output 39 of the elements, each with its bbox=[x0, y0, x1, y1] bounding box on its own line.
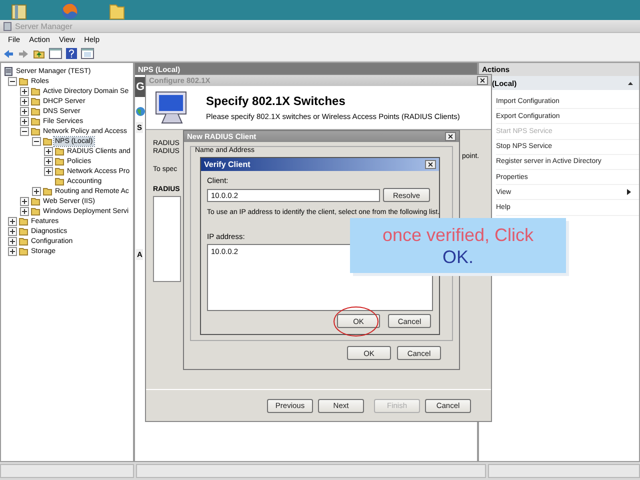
globe-icon bbox=[136, 107, 145, 116]
expand-toggle-icon[interactable] bbox=[20, 116, 29, 126]
wizard-heading: Specify 802.1X Switches bbox=[206, 94, 346, 108]
panel-icon[interactable] bbox=[49, 48, 62, 59]
close-icon[interactable] bbox=[477, 76, 488, 85]
callout-text: OK. bbox=[442, 246, 474, 268]
expand-toggle-icon[interactable] bbox=[8, 216, 17, 226]
dialog-title: Verify Client bbox=[204, 160, 250, 169]
server-icon bbox=[3, 22, 12, 30]
expand-toggle-icon[interactable] bbox=[8, 236, 17, 246]
expand-toggle-icon[interactable] bbox=[20, 196, 29, 206]
server-icon bbox=[4, 66, 13, 76]
close-icon[interactable] bbox=[425, 160, 436, 169]
panel-icon[interactable] bbox=[81, 48, 94, 59]
expand-toggle-icon[interactable] bbox=[20, 106, 29, 116]
expand-toggle-icon[interactable] bbox=[20, 96, 29, 106]
window-title: Server Manager bbox=[15, 22, 72, 30]
back-arrow-icon[interactable] bbox=[3, 48, 14, 58]
highlight-ellipse bbox=[333, 306, 379, 337]
collapse-arrow-icon[interactable] bbox=[628, 82, 633, 84]
expand-toggle-icon[interactable] bbox=[20, 86, 29, 96]
client-list[interactable] bbox=[153, 196, 181, 282]
submenu-arrow-icon bbox=[627, 189, 631, 196]
callout-text: once verified, Click bbox=[382, 224, 534, 246]
help-icon[interactable] bbox=[66, 48, 77, 59]
expand-toggle-icon[interactable] bbox=[44, 156, 53, 166]
expand-toggle-icon[interactable] bbox=[32, 136, 41, 146]
expand-toggle-icon[interactable] bbox=[8, 226, 17, 236]
folder-up-icon[interactable] bbox=[33, 48, 45, 59]
box-icon[interactable] bbox=[10, 2, 28, 20]
banner-title: G bbox=[136, 81, 145, 93]
expand-toggle-icon[interactable] bbox=[44, 166, 53, 176]
close-icon[interactable] bbox=[445, 132, 456, 141]
expand-toggle-icon[interactable] bbox=[20, 206, 29, 216]
expand-toggle-icon[interactable] bbox=[20, 126, 29, 136]
expand-toggle-icon[interactable] bbox=[8, 246, 17, 256]
expand-toggle-icon[interactable] bbox=[32, 186, 41, 196]
expand-toggle-icon[interactable] bbox=[44, 146, 53, 156]
expand-toggle-icon[interactable] bbox=[8, 76, 17, 86]
